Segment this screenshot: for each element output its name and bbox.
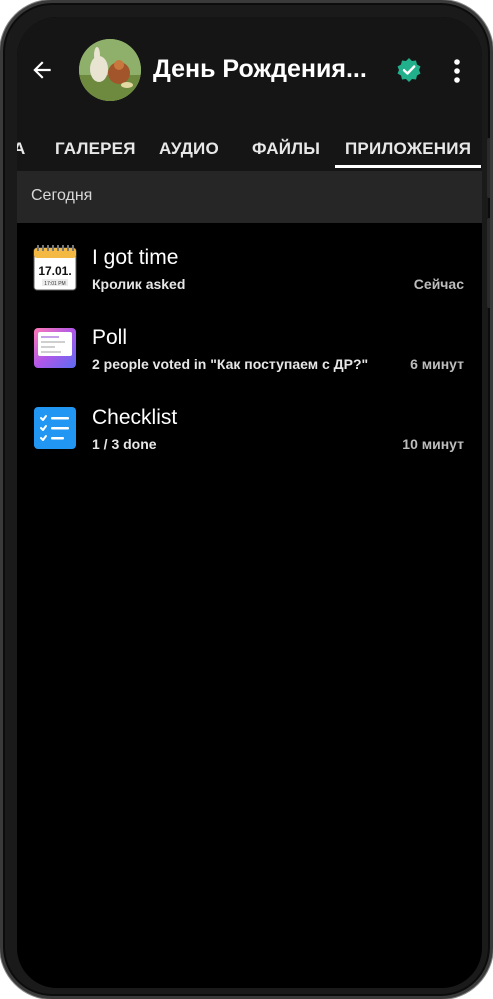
- item-title: I got time: [92, 246, 179, 269]
- poll-icon: [33, 325, 77, 371]
- item-subtitle: 1 / 3 done: [92, 436, 157, 452]
- item-subtitle: Кролик asked: [92, 276, 186, 292]
- section-title: Сегодня: [31, 187, 93, 204]
- checklist-icon: [33, 405, 77, 451]
- back-button[interactable]: [23, 51, 61, 89]
- screen: День Рождения... А ГАЛЕРЕЯ АУДИО ФАЙЛЫ: [17, 17, 482, 988]
- power-button: [487, 218, 490, 308]
- calendar-icon: 17.01. 17:01 PM: [33, 245, 77, 291]
- list-item[interactable]: Poll 2 people voted in "Как поступаем с …: [17, 310, 482, 390]
- item-title: Poll: [92, 326, 128, 349]
- more-vertical-icon: [454, 59, 460, 83]
- app-header: День Рождения...: [17, 17, 482, 125]
- item-time: Сейчас: [413, 276, 464, 292]
- chat-avatar[interactable]: [79, 39, 141, 101]
- item-time: 6 минут: [410, 356, 464, 372]
- chat-title[interactable]: День Рождения...: [153, 55, 385, 84]
- active-tab-indicator: [335, 165, 481, 168]
- calendar-date-text: 17.01.: [38, 264, 71, 278]
- more-options-button[interactable]: [443, 55, 471, 87]
- verified-check-icon: [396, 57, 422, 83]
- list-item[interactable]: Checklist 1 / 3 done 10 минут: [17, 390, 482, 470]
- item-title: Checklist: [92, 406, 178, 429]
- list-item[interactable]: 17.01. 17:01 PM I got time Кролик asked …: [17, 230, 482, 310]
- calendar-time-text: 17:01 PM: [44, 281, 65, 287]
- phone-frame: День Рождения... А ГАЛЕРЕЯ АУДИО ФАЙЛЫ: [0, 0, 493, 999]
- arrow-left-icon: [33, 61, 51, 79]
- section-header: Сегодня: [17, 171, 482, 223]
- item-time: 10 минут: [402, 436, 464, 452]
- item-subtitle: 2 people voted in "Как поступаем с ДР?": [92, 356, 369, 372]
- volume-button: [487, 138, 490, 198]
